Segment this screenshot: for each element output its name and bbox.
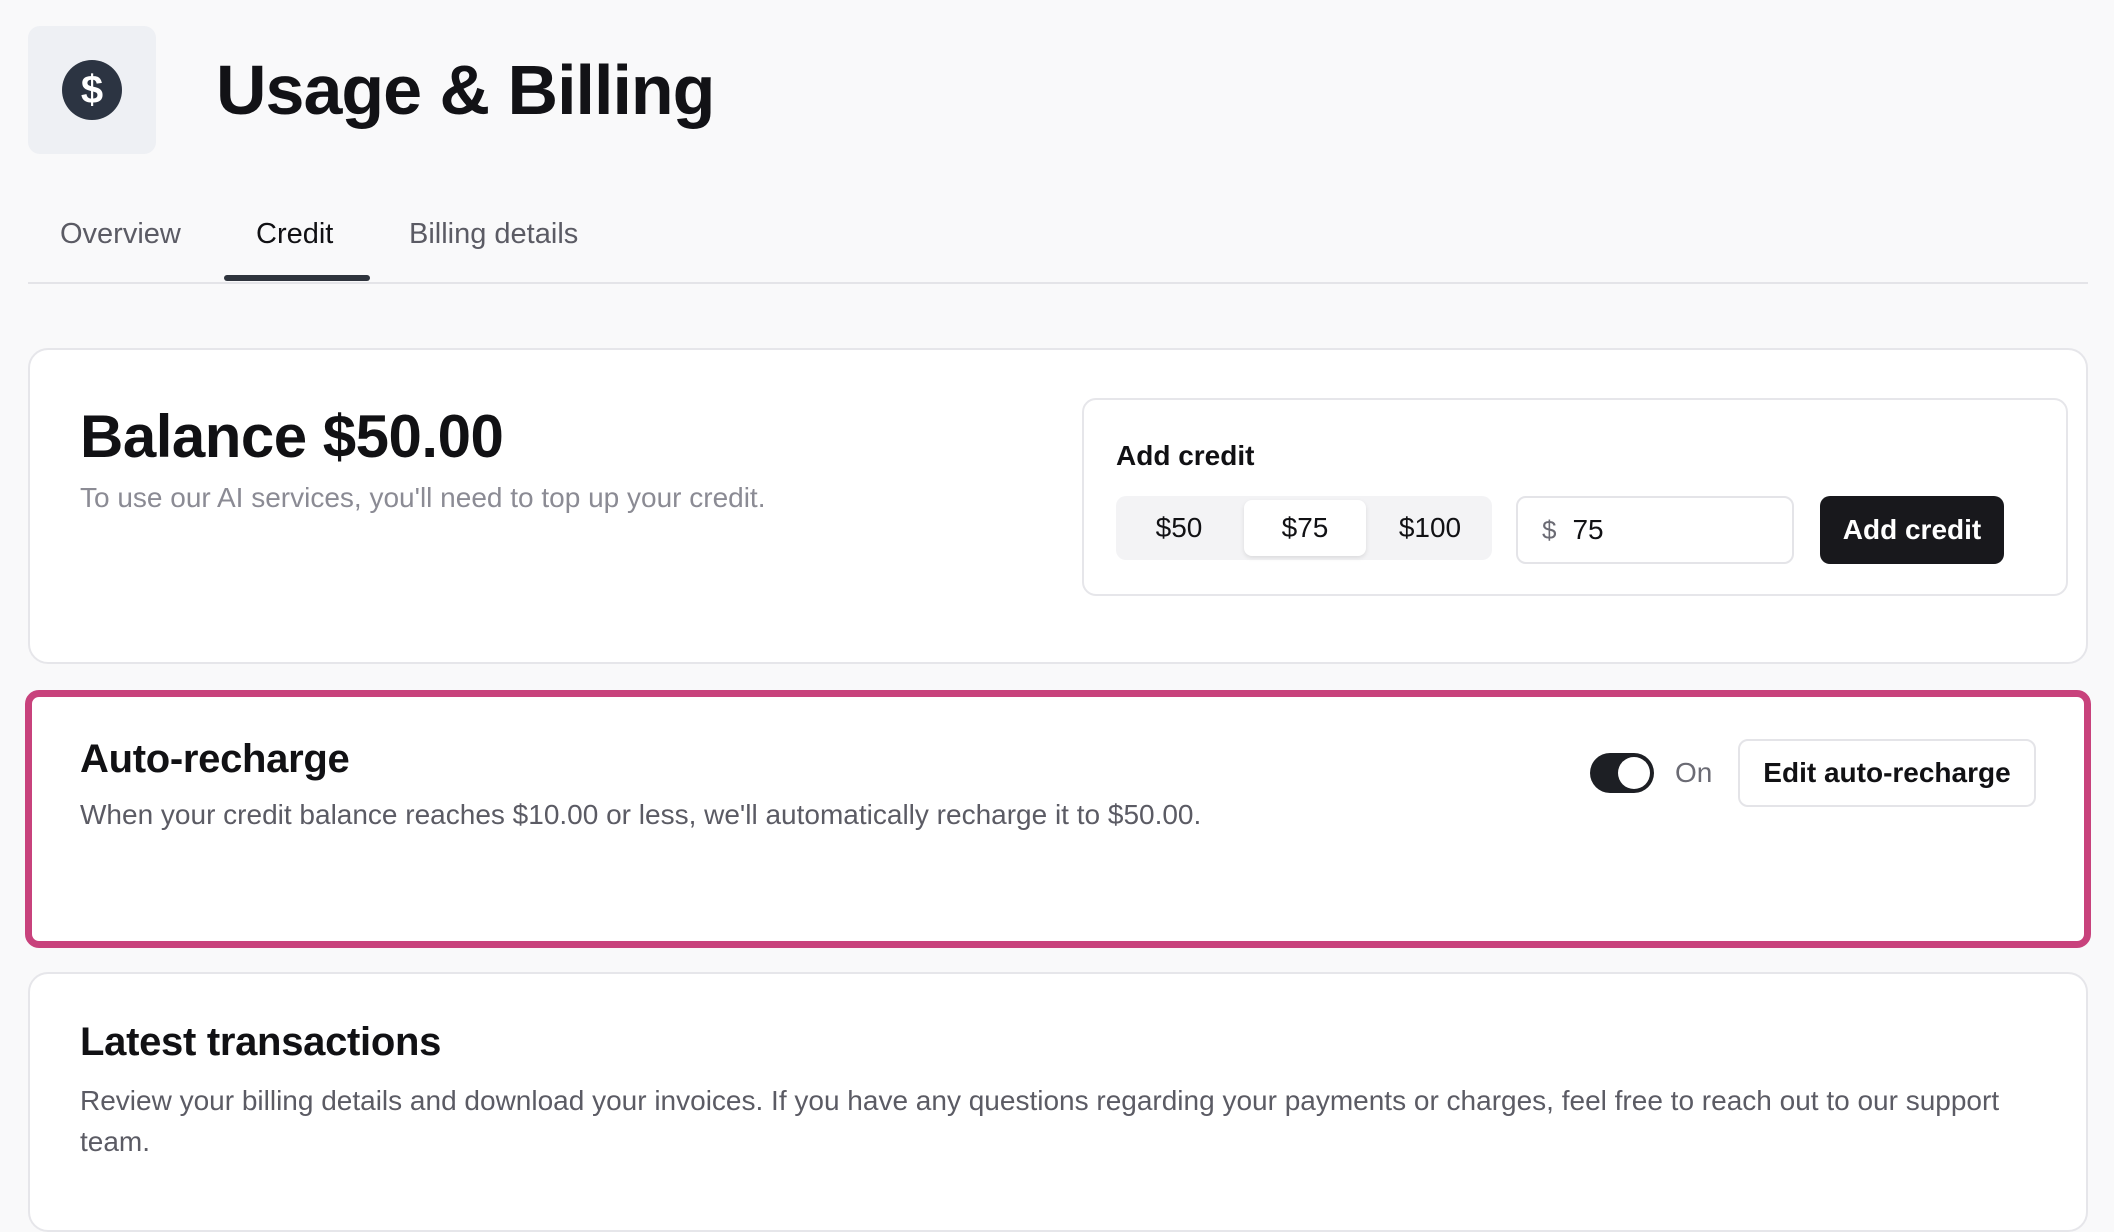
- active-tab-indicator: [224, 275, 370, 281]
- currency-symbol: $: [1542, 514, 1557, 545]
- dollar-circle-icon: $: [62, 60, 122, 120]
- custom-amount-input[interactable]: $ 75: [1516, 496, 1794, 564]
- latest-transactions-card: Latest transactions Review your billing …: [28, 972, 2088, 1232]
- balance-description: To use our AI services, you'll need to t…: [80, 482, 766, 513]
- latest-transactions-title: Latest transactions: [80, 1020, 442, 1064]
- amount-option-100[interactable]: $100: [1372, 500, 1488, 556]
- page-title: Usage & Billing: [216, 51, 715, 129]
- add-credit-panel: Add credit $50 $75 $100 $ 75 Add credit: [1082, 398, 2068, 596]
- header-icon-container: $: [28, 26, 156, 154]
- tab-bar: Overview Credit Billing details: [28, 200, 2088, 284]
- add-credit-button[interactable]: Add credit: [1820, 496, 2004, 564]
- auto-recharge-description: When your credit balance reaches $10.00 …: [80, 799, 1202, 830]
- amount-option-75[interactable]: $75: [1244, 500, 1366, 556]
- tab-credit[interactable]: Credit: [256, 218, 333, 251]
- page-header: $ Usage & Billing: [28, 26, 715, 154]
- edit-auto-recharge-button[interactable]: Edit auto-recharge: [1738, 739, 2036, 807]
- balance-title: Balance $50.00: [80, 403, 504, 470]
- toggle-state-label: On: [1675, 757, 1713, 788]
- amount-preset-group: $50 $75 $100: [1116, 496, 1492, 560]
- latest-transactions-description: Review your billing details and download…: [80, 1085, 2000, 1157]
- tab-overview[interactable]: Overview: [60, 218, 181, 251]
- tab-billing-details[interactable]: Billing details: [409, 218, 578, 251]
- auto-recharge-card: Auto-recharge When your credit balance r…: [25, 690, 2091, 948]
- add-credit-label: Add credit: [1116, 440, 1255, 471]
- auto-recharge-toggle[interactable]: [1590, 753, 1654, 793]
- toggle-knob: [1618, 757, 1650, 789]
- balance-card: Balance $50.00 To use our AI services, y…: [28, 348, 2088, 664]
- auto-recharge-title: Auto-recharge: [80, 737, 350, 781]
- amount-value[interactable]: 75: [1572, 514, 1603, 546]
- amount-option-50[interactable]: $50: [1120, 500, 1238, 556]
